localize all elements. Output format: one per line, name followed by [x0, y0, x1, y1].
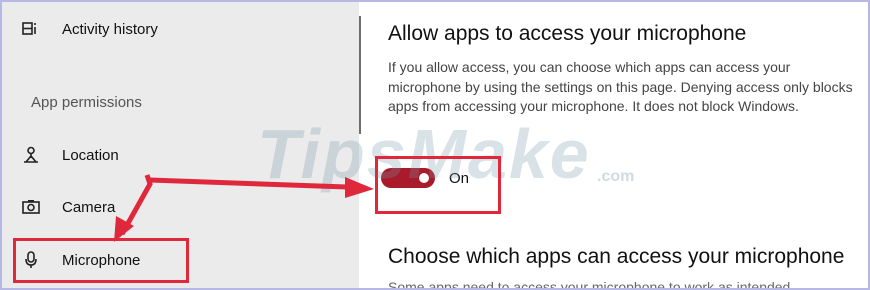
camera-icon [20, 197, 42, 217]
section-title-app-list: Choose which apps can access your microp… [388, 245, 845, 268]
microphone-highlight-box [13, 238, 189, 283]
section-header-app-permissions: App permissions [31, 94, 142, 111]
settings-window: Activity history App permissions Locatio… [0, 0, 870, 290]
sidebar-item-activity-history[interactable]: Activity history [20, 17, 158, 41]
watermark-suffix: .com [597, 168, 635, 185]
sidebar-item-camera[interactable]: Camera [20, 195, 115, 219]
page-title: Allow apps to access your microphone [388, 22, 747, 45]
location-icon [20, 145, 42, 165]
activity-history-icon [20, 19, 42, 39]
app-list-description: Some apps need to access your microphone… [388, 279, 791, 290]
sidebar-item-label: Camera [62, 198, 116, 216]
toggle-highlight-box [375, 156, 501, 214]
sidebar-item-label: Activity history [62, 20, 158, 38]
sidebar-item-label: Location [62, 146, 119, 164]
description-text: If you allow access, you can choose whic… [388, 59, 853, 114]
main-content: Allow apps to access your microphone If … [361, 2, 868, 288]
sidebar-item-location[interactable]: Location [20, 143, 119, 167]
